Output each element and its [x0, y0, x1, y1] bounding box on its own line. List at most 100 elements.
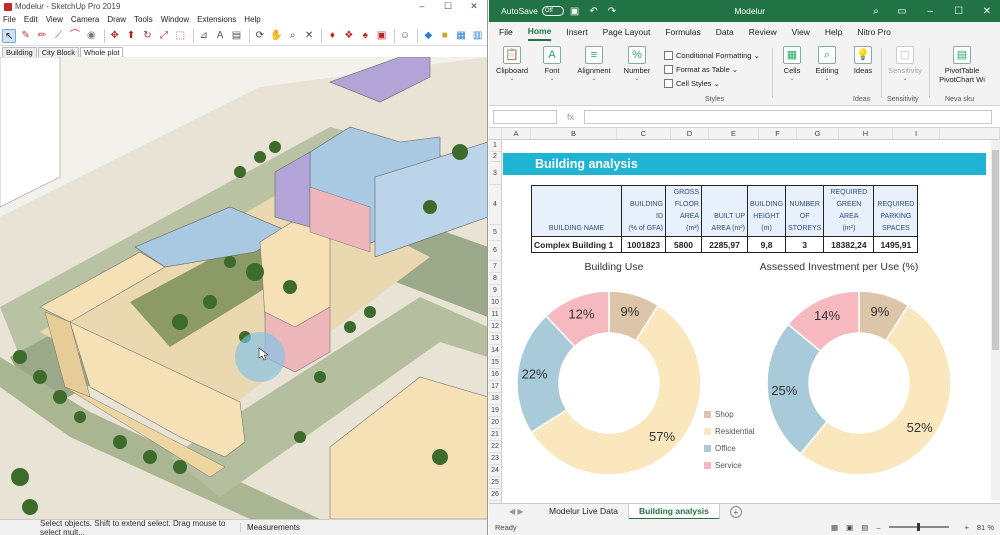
conditional-formatting-button[interactable]: Conditional Formatting ⌄	[664, 48, 760, 62]
menu-edit[interactable]: Edit	[24, 15, 38, 24]
page-layout-view-icon[interactable]: ▣	[846, 523, 853, 532]
page-break-view-icon[interactable]: ▤	[861, 523, 868, 532]
format-as-table-button[interactable]: Format as Table ⌄	[664, 62, 760, 76]
vertical-scrollbar[interactable]	[991, 140, 1000, 500]
row-header[interactable]: 19	[489, 405, 502, 417]
header-building-height[interactable]: BUILDING HEIGHT (m)	[746, 185, 787, 237]
tab-help[interactable]: Help	[825, 24, 842, 40]
account-icon[interactable]: ☺	[398, 29, 412, 43]
tab-view[interactable]: View	[792, 24, 810, 40]
cell-gross-floor-area[interactable]: 5800	[665, 236, 702, 253]
header-built-up-area[interactable]: BUILT UP AREA (m²)	[701, 185, 748, 237]
alignment-button[interactable]: ≡ Alignment ⌄	[573, 46, 615, 82]
row-header[interactable]: 7	[489, 261, 502, 273]
column-header[interactable]: C	[617, 128, 671, 140]
menu-window[interactable]: Window	[161, 15, 189, 24]
donut-chart-building-use[interactable]: 9% 57% 22% 12%	[509, 283, 709, 483]
sheet-tab-building-analysis[interactable]: Building analysis	[628, 503, 720, 520]
header-building-id[interactable]: BUILDING ID (% of GFA)	[621, 185, 666, 237]
pencil-icon[interactable]: ✏	[35, 29, 49, 43]
row-header[interactable]: 6	[489, 241, 502, 261]
scene-tab-building[interactable]: Building	[2, 47, 37, 57]
cell-building-name[interactable]: Complex Building 1	[531, 236, 622, 253]
row-header[interactable]: 4	[489, 185, 502, 225]
menu-draw[interactable]: Draw	[107, 15, 126, 24]
column-header[interactable]: I	[893, 128, 940, 140]
zoom-icon[interactable]: ⌕	[285, 29, 299, 43]
header-required-green-area[interactable]: REQUIRED GREEN AREA (m²)	[823, 185, 875, 237]
scale-tool-icon[interactable]: ⤢	[157, 29, 171, 43]
row-header[interactable]: 5	[489, 225, 502, 241]
row-header[interactable]: 22	[489, 441, 502, 453]
worksheet-grid[interactable]: A B C D E F G H I 1 2 3 4 5 6 7 8 9 10 11 12 13 14 15 1…	[489, 128, 1000, 503]
column-header[interactable]: F	[759, 128, 797, 140]
add-sheet-icon[interactable]: +	[729, 505, 742, 518]
row-header[interactable]: 2	[489, 152, 502, 162]
zoom-out-icon[interactable]: –	[876, 523, 880, 532]
row-header[interactable]: 9	[489, 285, 502, 297]
zoom-in-icon[interactable]: +	[965, 523, 969, 532]
clipboard-button[interactable]: 📋 Clipboard ⌄	[493, 46, 531, 82]
offset-tool-icon[interactable]: ⬚	[173, 29, 187, 43]
row-header[interactable]: 3	[489, 162, 502, 185]
row-header[interactable]: 23	[489, 453, 502, 465]
shape-tool-icon[interactable]: ◉	[84, 29, 98, 43]
eraser-icon[interactable]: ✎	[18, 29, 32, 43]
row-header[interactable]: 14	[489, 345, 502, 357]
header-required-parking[interactable]: REQUIRED PARKING SPACES	[873, 185, 919, 237]
undo-icon[interactable]: ↶	[589, 6, 597, 17]
row-header[interactable]: 13	[489, 333, 502, 345]
cell-building-height[interactable]: 9,8	[746, 236, 787, 253]
layout-icon[interactable]: ▣	[374, 29, 388, 43]
pan-icon[interactable]: ✋	[269, 29, 283, 43]
row-header[interactable]: 17	[489, 381, 502, 393]
row-header[interactable]: 20	[489, 417, 502, 429]
number-button[interactable]: % Number ⌄	[619, 46, 655, 82]
maximize-button[interactable]: ☐	[946, 6, 972, 17]
row-header[interactable]: 10	[489, 297, 502, 309]
scrollbar-thumb[interactable]	[992, 150, 999, 350]
search-icon[interactable]: ⌕	[873, 6, 879, 17]
menu-tools[interactable]: Tools	[134, 15, 153, 24]
menu-view[interactable]: View	[46, 15, 63, 24]
ideas-button[interactable]: 💡 Ideas	[849, 46, 877, 75]
font-button[interactable]: A Font ⌄	[539, 46, 565, 82]
menu-extensions[interactable]: Extensions	[197, 15, 236, 24]
donut-chart-investment[interactable]: 9% 52% 25% 14%	[759, 283, 959, 483]
tab-home[interactable]: Home	[527, 23, 552, 41]
row-header[interactable]: 16	[489, 369, 502, 381]
ribbon-display-icon[interactable]: ▭	[889, 6, 915, 17]
modelur-chart-icon[interactable]: ▥	[470, 29, 484, 43]
paint-bucket-icon[interactable]: ▤	[229, 29, 243, 43]
header-number-of-storeys[interactable]: NUMBER OF STOREYS	[785, 185, 825, 237]
header-building-name[interactable]: BUILDING NAME	[531, 185, 622, 237]
tab-page-layout[interactable]: Page Layout	[603, 24, 651, 40]
menu-help[interactable]: Help	[244, 15, 260, 24]
fx-icon[interactable]: fx	[567, 112, 574, 122]
row-header[interactable]: 25	[489, 477, 502, 489]
cell-building-id[interactable]: 1001823	[621, 236, 666, 253]
editing-button[interactable]: ⌕ Editing ⌄	[811, 46, 843, 82]
zoom-slider[interactable]	[888, 523, 949, 531]
modelur-box-icon[interactable]: ■	[438, 29, 452, 43]
row-header[interactable]: 15	[489, 357, 502, 369]
autosave-toggle[interactable]: Off	[541, 6, 564, 16]
minimize-button[interactable]: –	[409, 1, 435, 12]
column-header[interactable]: B	[531, 128, 617, 140]
column-header[interactable]: G	[797, 128, 839, 140]
cell-required-green-area[interactable]: 18382,24	[823, 236, 875, 253]
column-header[interactable]: A	[502, 128, 531, 140]
maximize-button[interactable]: ☐	[435, 1, 461, 12]
row-header[interactable]: 21	[489, 429, 502, 441]
sheet-nav-arrows-icon[interactable]: ◀ ▶	[489, 507, 539, 516]
rotate-tool-icon[interactable]: ↻	[140, 29, 154, 43]
row-header[interactable]: 8	[489, 273, 502, 285]
modelur-icon[interactable]: ◆	[421, 29, 435, 43]
close-button[interactable]: ✕	[461, 1, 487, 12]
scene-tab-whole-plot[interactable]: Whole plot	[80, 47, 124, 57]
move-tool-icon[interactable]: ✥	[107, 29, 121, 43]
formula-input[interactable]	[584, 109, 992, 124]
warehouse-icon[interactable]: ♦	[325, 29, 339, 43]
orbit-icon[interactable]: ⟳	[253, 29, 267, 43]
cell-number-of-storeys[interactable]: 3	[785, 236, 825, 253]
